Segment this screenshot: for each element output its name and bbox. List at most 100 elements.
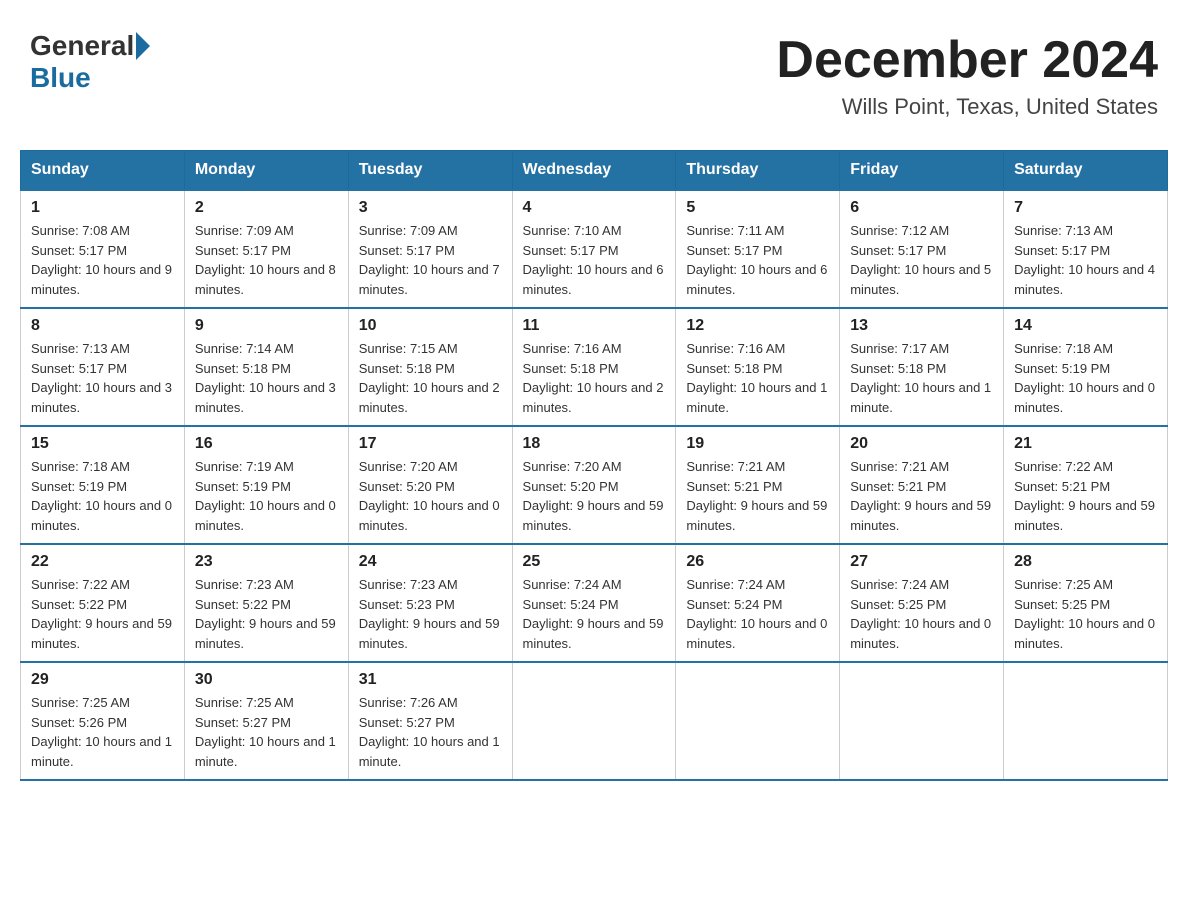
- day-info: Sunrise: 7:09 AM Sunset: 5:17 PM Dayligh…: [195, 221, 338, 299]
- day-number: 7: [1014, 199, 1157, 217]
- table-row: 27 Sunrise: 7:24 AM Sunset: 5:25 PM Dayl…: [840, 544, 1004, 662]
- table-row: 6 Sunrise: 7:12 AM Sunset: 5:17 PM Dayli…: [840, 190, 1004, 308]
- table-row: 10 Sunrise: 7:15 AM Sunset: 5:18 PM Dayl…: [348, 308, 512, 426]
- day-number: 2: [195, 199, 338, 217]
- table-row: 11 Sunrise: 7:16 AM Sunset: 5:18 PM Dayl…: [512, 308, 676, 426]
- day-info: Sunrise: 7:25 AM Sunset: 5:27 PM Dayligh…: [195, 693, 338, 771]
- table-row: 17 Sunrise: 7:20 AM Sunset: 5:20 PM Dayl…: [348, 426, 512, 544]
- day-info: Sunrise: 7:22 AM Sunset: 5:22 PM Dayligh…: [31, 575, 174, 653]
- day-number: 30: [195, 671, 338, 689]
- col-wednesday: Wednesday: [512, 151, 676, 191]
- day-info: Sunrise: 7:09 AM Sunset: 5:17 PM Dayligh…: [359, 221, 502, 299]
- day-number: 5: [686, 199, 829, 217]
- table-row: 8 Sunrise: 7:13 AM Sunset: 5:17 PM Dayli…: [21, 308, 185, 426]
- location-title: Wills Point, Texas, United States: [776, 94, 1158, 120]
- day-number: 4: [523, 199, 666, 217]
- day-number: 20: [850, 435, 993, 453]
- table-row: 16 Sunrise: 7:19 AM Sunset: 5:19 PM Dayl…: [184, 426, 348, 544]
- day-info: Sunrise: 7:19 AM Sunset: 5:19 PM Dayligh…: [195, 457, 338, 535]
- logo-arrow-icon: [136, 32, 150, 60]
- day-number: 9: [195, 317, 338, 335]
- day-number: 26: [686, 553, 829, 571]
- table-row: [840, 662, 1004, 780]
- table-row: 26 Sunrise: 7:24 AM Sunset: 5:24 PM Dayl…: [676, 544, 840, 662]
- calendar-week-4: 22 Sunrise: 7:22 AM Sunset: 5:22 PM Dayl…: [21, 544, 1168, 662]
- day-number: 12: [686, 317, 829, 335]
- logo-general: General: [30, 30, 134, 62]
- col-tuesday: Tuesday: [348, 151, 512, 191]
- table-row: 24 Sunrise: 7:23 AM Sunset: 5:23 PM Dayl…: [348, 544, 512, 662]
- day-number: 28: [1014, 553, 1157, 571]
- day-info: Sunrise: 7:10 AM Sunset: 5:17 PM Dayligh…: [523, 221, 666, 299]
- calendar-week-1: 1 Sunrise: 7:08 AM Sunset: 5:17 PM Dayli…: [21, 190, 1168, 308]
- table-row: 28 Sunrise: 7:25 AM Sunset: 5:25 PM Dayl…: [1004, 544, 1168, 662]
- day-number: 14: [1014, 317, 1157, 335]
- table-row: [1004, 662, 1168, 780]
- day-info: Sunrise: 7:13 AM Sunset: 5:17 PM Dayligh…: [31, 339, 174, 417]
- table-row: [512, 662, 676, 780]
- table-row: 2 Sunrise: 7:09 AM Sunset: 5:17 PM Dayli…: [184, 190, 348, 308]
- table-row: 14 Sunrise: 7:18 AM Sunset: 5:19 PM Dayl…: [1004, 308, 1168, 426]
- day-number: 6: [850, 199, 993, 217]
- table-row: 31 Sunrise: 7:26 AM Sunset: 5:27 PM Dayl…: [348, 662, 512, 780]
- table-row: 5 Sunrise: 7:11 AM Sunset: 5:17 PM Dayli…: [676, 190, 840, 308]
- day-number: 29: [31, 671, 174, 689]
- table-row: [676, 662, 840, 780]
- page-header: General Blue December 2024 Wills Point, …: [20, 20, 1168, 130]
- col-saturday: Saturday: [1004, 151, 1168, 191]
- day-number: 16: [195, 435, 338, 453]
- table-row: 18 Sunrise: 7:20 AM Sunset: 5:20 PM Dayl…: [512, 426, 676, 544]
- day-info: Sunrise: 7:24 AM Sunset: 5:24 PM Dayligh…: [686, 575, 829, 653]
- day-info: Sunrise: 7:22 AM Sunset: 5:21 PM Dayligh…: [1014, 457, 1157, 535]
- day-info: Sunrise: 7:25 AM Sunset: 5:25 PM Dayligh…: [1014, 575, 1157, 653]
- day-info: Sunrise: 7:16 AM Sunset: 5:18 PM Dayligh…: [686, 339, 829, 417]
- table-row: 12 Sunrise: 7:16 AM Sunset: 5:18 PM Dayl…: [676, 308, 840, 426]
- col-thursday: Thursday: [676, 151, 840, 191]
- table-row: 7 Sunrise: 7:13 AM Sunset: 5:17 PM Dayli…: [1004, 190, 1168, 308]
- day-info: Sunrise: 7:18 AM Sunset: 5:19 PM Dayligh…: [31, 457, 174, 535]
- logo-text: General: [30, 30, 150, 62]
- day-number: 21: [1014, 435, 1157, 453]
- day-number: 23: [195, 553, 338, 571]
- day-number: 27: [850, 553, 993, 571]
- day-info: Sunrise: 7:25 AM Sunset: 5:26 PM Dayligh…: [31, 693, 174, 771]
- day-number: 15: [31, 435, 174, 453]
- day-number: 3: [359, 199, 502, 217]
- calendar-week-3: 15 Sunrise: 7:18 AM Sunset: 5:19 PM Dayl…: [21, 426, 1168, 544]
- table-row: 30 Sunrise: 7:25 AM Sunset: 5:27 PM Dayl…: [184, 662, 348, 780]
- title-block: December 2024 Wills Point, Texas, United…: [776, 30, 1158, 120]
- day-info: Sunrise: 7:14 AM Sunset: 5:18 PM Dayligh…: [195, 339, 338, 417]
- day-info: Sunrise: 7:08 AM Sunset: 5:17 PM Dayligh…: [31, 221, 174, 299]
- day-number: 31: [359, 671, 502, 689]
- calendar-week-2: 8 Sunrise: 7:13 AM Sunset: 5:17 PM Dayli…: [21, 308, 1168, 426]
- day-info: Sunrise: 7:23 AM Sunset: 5:23 PM Dayligh…: [359, 575, 502, 653]
- day-number: 13: [850, 317, 993, 335]
- day-info: Sunrise: 7:11 AM Sunset: 5:17 PM Dayligh…: [686, 221, 829, 299]
- day-info: Sunrise: 7:13 AM Sunset: 5:17 PM Dayligh…: [1014, 221, 1157, 299]
- day-number: 18: [523, 435, 666, 453]
- logo-blue: Blue: [30, 62, 91, 94]
- calendar-table: Sunday Monday Tuesday Wednesday Thursday…: [20, 150, 1168, 781]
- day-number: 1: [31, 199, 174, 217]
- logo: General Blue: [30, 30, 150, 94]
- table-row: 29 Sunrise: 7:25 AM Sunset: 5:26 PM Dayl…: [21, 662, 185, 780]
- day-number: 22: [31, 553, 174, 571]
- table-row: 15 Sunrise: 7:18 AM Sunset: 5:19 PM Dayl…: [21, 426, 185, 544]
- day-info: Sunrise: 7:15 AM Sunset: 5:18 PM Dayligh…: [359, 339, 502, 417]
- day-number: 17: [359, 435, 502, 453]
- day-info: Sunrise: 7:24 AM Sunset: 5:24 PM Dayligh…: [523, 575, 666, 653]
- day-info: Sunrise: 7:26 AM Sunset: 5:27 PM Dayligh…: [359, 693, 502, 771]
- table-row: 22 Sunrise: 7:22 AM Sunset: 5:22 PM Dayl…: [21, 544, 185, 662]
- table-row: 9 Sunrise: 7:14 AM Sunset: 5:18 PM Dayli…: [184, 308, 348, 426]
- calendar-header-row: Sunday Monday Tuesday Wednesday Thursday…: [21, 151, 1168, 191]
- table-row: 13 Sunrise: 7:17 AM Sunset: 5:18 PM Dayl…: [840, 308, 1004, 426]
- table-row: 1 Sunrise: 7:08 AM Sunset: 5:17 PM Dayli…: [21, 190, 185, 308]
- day-info: Sunrise: 7:12 AM Sunset: 5:17 PM Dayligh…: [850, 221, 993, 299]
- table-row: 4 Sunrise: 7:10 AM Sunset: 5:17 PM Dayli…: [512, 190, 676, 308]
- day-info: Sunrise: 7:18 AM Sunset: 5:19 PM Dayligh…: [1014, 339, 1157, 417]
- month-title: December 2024: [776, 30, 1158, 90]
- col-friday: Friday: [840, 151, 1004, 191]
- day-info: Sunrise: 7:21 AM Sunset: 5:21 PM Dayligh…: [850, 457, 993, 535]
- table-row: 25 Sunrise: 7:24 AM Sunset: 5:24 PM Dayl…: [512, 544, 676, 662]
- day-number: 10: [359, 317, 502, 335]
